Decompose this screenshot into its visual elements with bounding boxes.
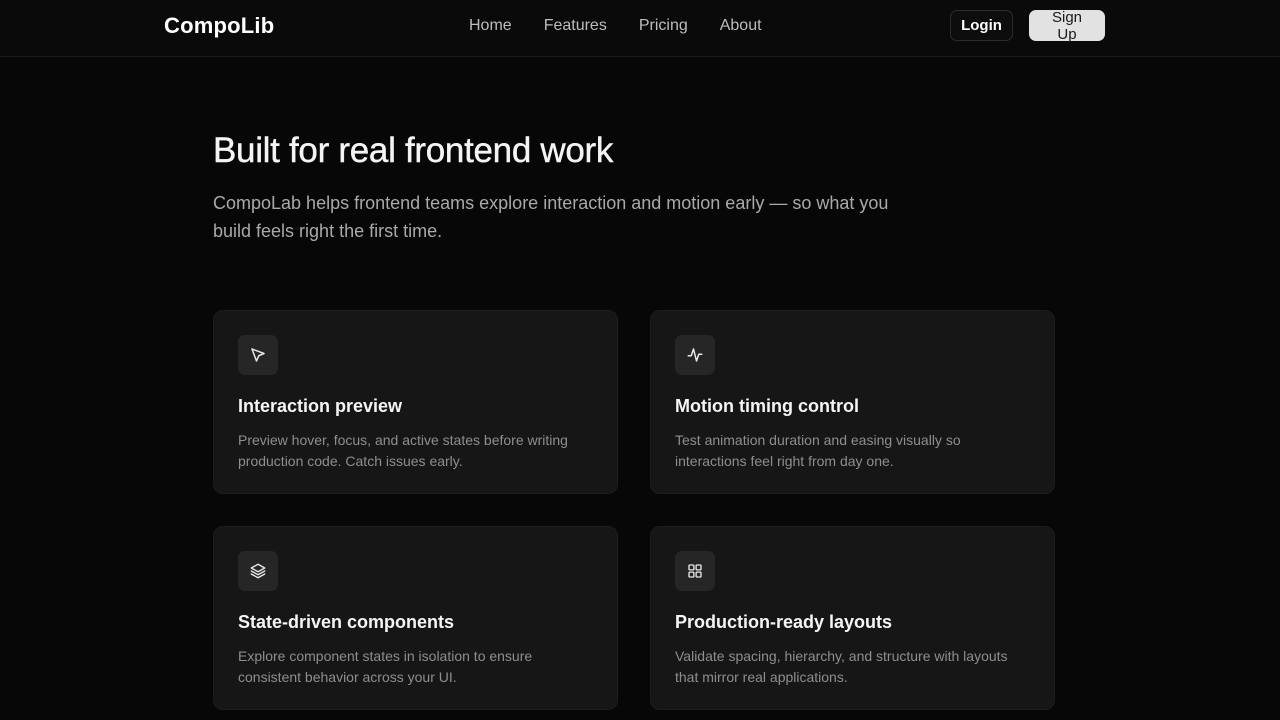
nav-link-features[interactable]: Features xyxy=(544,17,607,35)
layers-icon xyxy=(238,551,278,591)
nav-links: Home Features Pricing About xyxy=(469,17,794,35)
signup-button[interactable]: Sign Up xyxy=(1029,9,1105,43)
hero-title: Built for real frontend work xyxy=(213,131,614,170)
hero-description: CompoLab helps frontend teams explore in… xyxy=(213,193,889,241)
nav-link-about[interactable]: About xyxy=(720,17,762,35)
nav-link-pricing[interactable]: Pricing xyxy=(639,17,688,35)
feature-card-production-layouts: Production-ready layouts Validate spacin… xyxy=(650,526,1055,710)
nav-actions: Login Sign Up xyxy=(950,9,1105,43)
feature-description: Preview hover, focus, and active states … xyxy=(238,432,568,469)
grid-icon xyxy=(675,551,715,591)
feature-description: Test animation duration and easing visua… xyxy=(675,432,961,469)
feature-title: State-driven components xyxy=(238,612,455,632)
top-navbar: CompoLib Home Features Pricing About Log… xyxy=(0,0,1280,57)
feature-description: Explore component states in isolation to… xyxy=(238,648,533,685)
feature-title: Motion timing control xyxy=(675,396,859,416)
nav-link-home[interactable]: Home xyxy=(469,17,512,35)
activity-pulse-icon xyxy=(675,335,715,375)
login-button[interactable]: Login xyxy=(950,10,1013,41)
feature-card-state-driven: State-driven components Explore componen… xyxy=(213,526,618,710)
feature-title: Production-ready layouts xyxy=(675,612,893,632)
logo[interactable]: CompoLib xyxy=(164,13,274,39)
feature-card-motion-timing: Motion timing control Test animation dur… xyxy=(650,310,1055,494)
cursor-pointer-icon xyxy=(238,335,278,375)
feature-title: Interaction preview xyxy=(238,396,403,416)
feature-card-interaction-preview: Interaction preview Preview hover, focus… xyxy=(213,310,618,494)
feature-description: Validate spacing, hierarchy, and structu… xyxy=(675,648,1008,685)
